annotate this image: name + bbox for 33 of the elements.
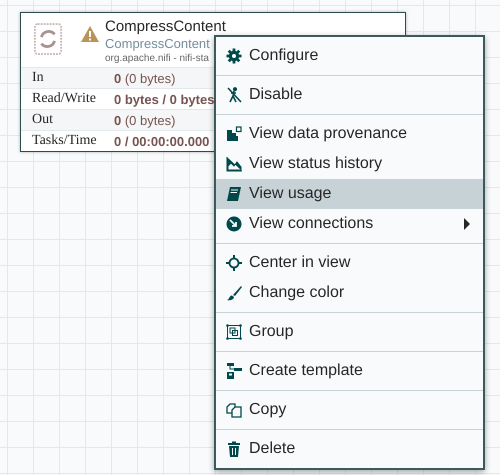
processor-type: CompressContent — [105, 36, 211, 52]
menu-item[interactable]: Group — [216, 317, 483, 347]
area-chart-icon — [226, 156, 242, 172]
stat-value: 0 (0 bytes) — [114, 70, 176, 86]
stat-label: Tasks/Time — [32, 133, 98, 149]
stat-value: 0 (0 bytes) — [114, 112, 176, 128]
template-icon — [226, 363, 242, 379]
processor-name: CompressContent — [105, 18, 226, 36]
processor-icon — [33, 22, 63, 56]
stat-value: 0 bytes / 0 bytes — [114, 92, 214, 106]
gear-icon — [226, 48, 242, 64]
menu-item[interactable]: Change color — [216, 278, 483, 308]
stat-label: Read/Write — [32, 91, 97, 107]
menu-item[interactable]: View connections — [216, 209, 483, 239]
processor-bundle: org.apache.nifi - nifi-sta — [105, 52, 210, 66]
brush-icon — [226, 285, 242, 301]
crosshair-icon — [226, 255, 242, 271]
trash-icon — [226, 441, 242, 457]
menu-item[interactable]: View usage — [216, 179, 483, 209]
stat-value: 0 / 00:00:00.000 — [114, 134, 210, 148]
compass-icon — [226, 216, 242, 232]
menu-item[interactable]: Create template — [216, 356, 483, 386]
crossed-figure-icon — [226, 87, 242, 103]
menu-item[interactable]: Delete — [216, 434, 483, 464]
menu-item[interactable]: View status history — [216, 149, 483, 179]
book-icon — [226, 186, 242, 202]
menu-item[interactable]: Center in view — [216, 248, 483, 278]
menu-item[interactable]: Copy — [216, 395, 483, 425]
copy-icon — [226, 402, 242, 418]
stacked-squares-icon — [226, 126, 242, 142]
stat-label: Out — [32, 112, 54, 128]
stat-label: In — [32, 70, 45, 86]
group-icon — [226, 324, 242, 340]
